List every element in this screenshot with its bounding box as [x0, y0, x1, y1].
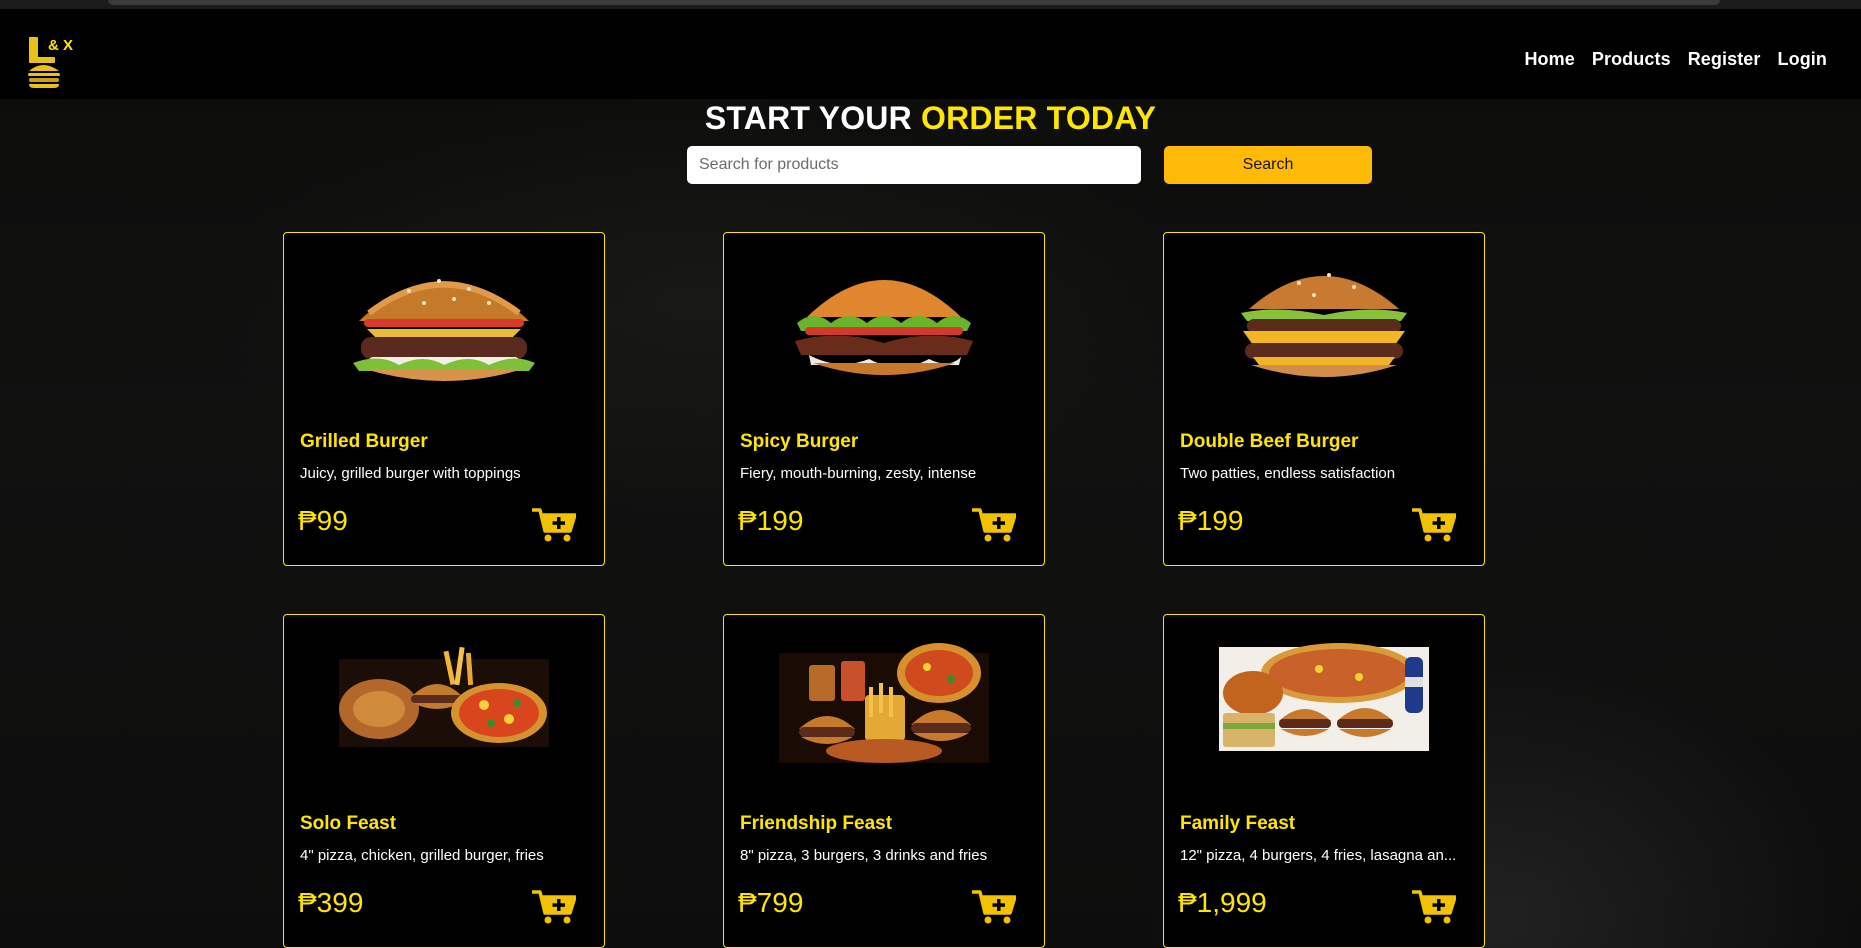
family-feast-image — [1219, 633, 1429, 773]
product-name[interactable]: Double Beef Burger — [1180, 431, 1358, 453]
grilled-burger-image — [339, 251, 549, 391]
product-name[interactable]: Friendship Feast — [740, 813, 892, 835]
brand-logo[interactable]: & X — [26, 35, 76, 89]
main-nav: Home Products Register Login — [1524, 49, 1827, 70]
double-beef-burger-image — [1219, 251, 1429, 391]
product-price: ₱199 — [738, 505, 804, 536]
hero-title-start: START YOUR — [704, 100, 912, 136]
product-name[interactable]: Spicy Burger — [740, 431, 858, 453]
product-price: ₱399 — [298, 887, 364, 918]
add-to-cart-icon[interactable] — [972, 889, 1017, 925]
product-description: 8" pizza, 3 burgers, 3 drinks and fries — [740, 847, 988, 864]
add-to-cart-icon[interactable] — [532, 507, 577, 543]
product-card[interactable]: Grilled Burger Juicy, grilled burger wit… — [283, 232, 605, 566]
add-to-cart-icon[interactable] — [532, 889, 577, 925]
product-name[interactable]: Family Feast — [1180, 813, 1295, 835]
product-card[interactable]: Friendship Feast 8" pizza, 3 burgers, 3 … — [723, 614, 1045, 948]
product-price: ₱799 — [738, 887, 804, 918]
product-description: 4" pizza, chicken, grilled burger, fries — [300, 847, 544, 864]
product-card[interactable]: Family Feast 12" pizza, 4 burgers, 4 fri… — [1163, 614, 1485, 948]
product-card[interactable]: Double Beef Burger Two patties, endless … — [1163, 232, 1485, 566]
add-to-cart-icon[interactable] — [1412, 889, 1457, 925]
browser-chrome-strip — [0, 0, 1861, 9]
solo-feast-image — [339, 633, 549, 773]
product-price: ₱99 — [298, 505, 348, 536]
logo-text: & X — [48, 37, 74, 54]
product-name[interactable]: Grilled Burger — [300, 431, 428, 453]
search-button[interactable]: Search — [1164, 146, 1372, 184]
site-header: & X Home Products Register Login — [0, 9, 1861, 99]
nav-home-link[interactable]: Home — [1524, 49, 1574, 70]
product-price: ₱199 — [1178, 505, 1244, 536]
spicy-burger-image — [779, 251, 989, 391]
product-description: Juicy, grilled burger with toppings — [300, 465, 521, 482]
browser-scroll-bar — [108, 0, 1720, 5]
product-name[interactable]: Solo Feast — [300, 813, 396, 835]
page: & X Home Products Register Login START Y… — [0, 0, 1861, 948]
nav-products-link[interactable]: Products — [1592, 49, 1671, 70]
hero-title-accent: ORDER TODAY — [921, 100, 1157, 136]
friendship-feast-image — [779, 633, 989, 773]
product-description: Fiery, mouth-burning, zesty, intense — [740, 465, 977, 482]
add-to-cart-icon[interactable] — [972, 507, 1017, 543]
product-price: ₱1,999 — [1178, 887, 1267, 918]
nav-register-link[interactable]: Register — [1688, 49, 1761, 70]
hero-title: START YOUR ORDER TODAY — [0, 100, 1861, 137]
product-description: Two patties, endless satisfaction — [1180, 465, 1396, 482]
product-card[interactable]: Solo Feast 4" pizza, chicken, grilled bu… — [283, 614, 605, 948]
product-description: 12" pizza, 4 burgers, 4 fries, lasagna a… — [1180, 847, 1457, 864]
product-grid: Grilled Burger Juicy, grilled burger wit… — [283, 232, 1485, 948]
product-card[interactable]: Spicy Burger Fiery, mouth-burning, zesty… — [723, 232, 1045, 566]
search-input[interactable] — [687, 146, 1141, 184]
nav-login-link[interactable]: Login — [1778, 49, 1827, 70]
add-to-cart-icon[interactable] — [1412, 507, 1457, 543]
